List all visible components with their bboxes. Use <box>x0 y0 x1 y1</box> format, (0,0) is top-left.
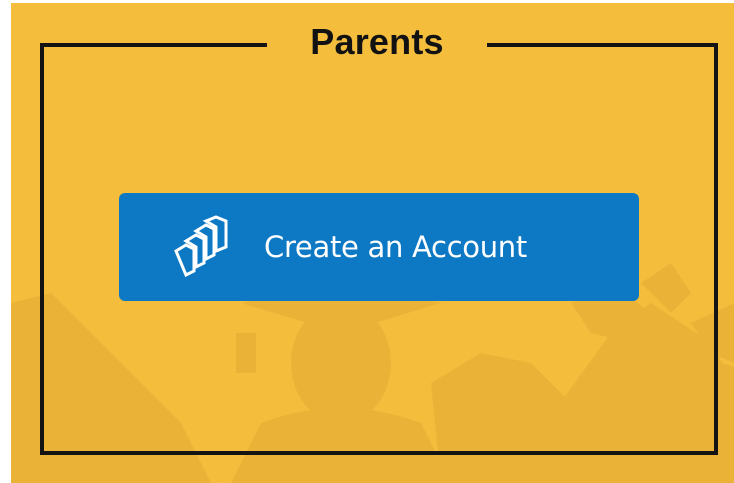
section-title-container: Parents <box>267 19 487 65</box>
create-account-label: Create an Account <box>264 230 527 264</box>
create-account-button[interactable]: Create an Account <box>119 193 639 301</box>
stacked-chevrons-logo-icon <box>174 215 228 277</box>
parents-panel: Parents Create an Account <box>11 3 734 483</box>
page: Parents Create an Account <box>0 0 734 483</box>
section-title: Parents <box>310 21 444 62</box>
